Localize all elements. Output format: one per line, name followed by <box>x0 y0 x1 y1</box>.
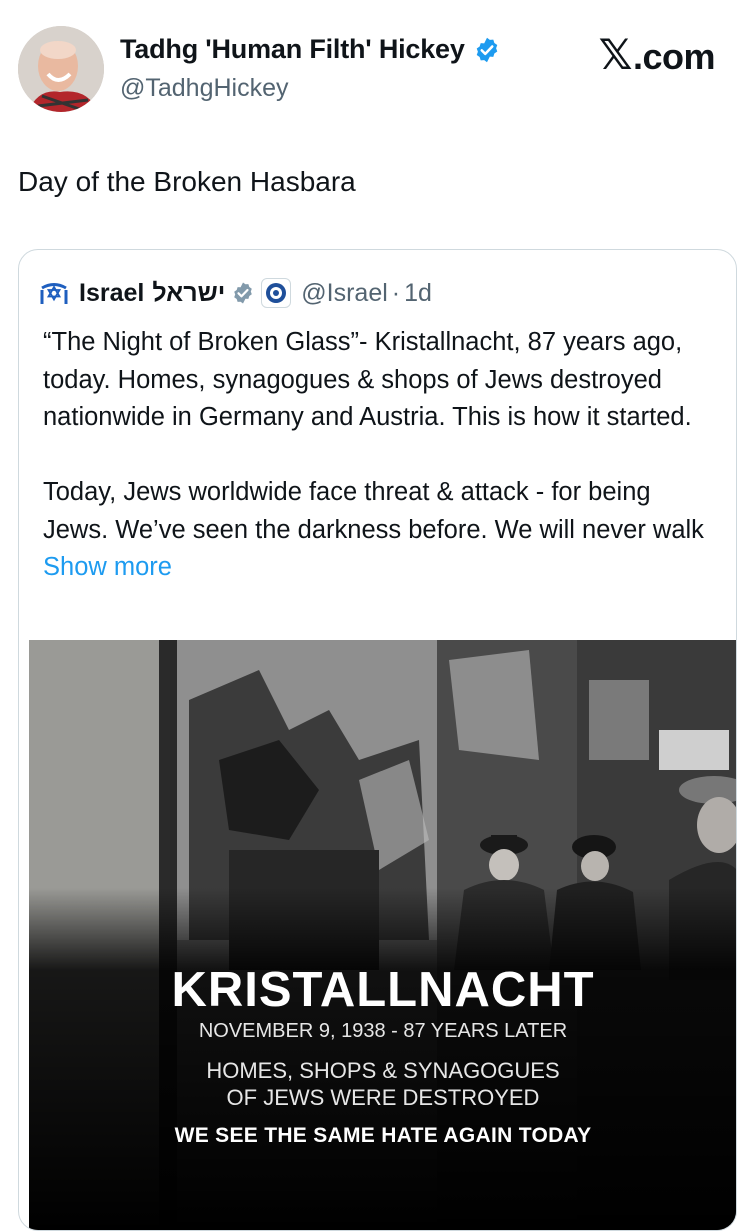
author-name[interactable]: Tadhg 'Human Filth' Hickey <box>120 34 465 65</box>
quoted-timestamp[interactable]: 1d <box>404 279 432 308</box>
quoted-author-name-hebrew[interactable]: ישראל <box>152 279 225 308</box>
author-avatar[interactable] <box>18 26 104 112</box>
israel-profile-icon[interactable] <box>39 278 69 308</box>
quoted-author-name[interactable]: Israel <box>79 279 144 308</box>
author-handle[interactable]: @TadhgHickey <box>120 74 289 103</box>
government-emblem-icon <box>261 278 292 308</box>
quoted-tweet-text: “The Night of Broken Glass”- Kristallnac… <box>43 324 719 587</box>
tweet-text: Day of the Broken Hasbara <box>18 166 356 197</box>
author-name-row[interactable]: Tadhg 'Human Filth' Hickey <box>120 34 501 65</box>
x-logo-icon: 𝕏 <box>598 31 633 78</box>
quoted-paragraph-2: Today, Jews worldwide face threat & atta… <box>43 474 719 587</box>
quoted-tweet-header: Israel ישראל @Israel · 1d <box>39 278 432 308</box>
image-title: KRISTALLNACHT <box>171 963 595 1017</box>
show-more-link[interactable]: Show more <box>43 553 172 581</box>
site-logo-text: .com <box>632 36 716 77</box>
gray-verified-badge-icon <box>234 282 253 304</box>
image-date: NOVEMBER 9, 1938 - 87 YEARS LATER <box>198 1020 568 1042</box>
separator-dot: · <box>391 278 401 307</box>
avatar-photo <box>18 26 104 112</box>
quoted-paragraph-2-text: Today, Jews worldwide face threat & atta… <box>43 478 704 544</box>
image-caption-line-2: OF JEWS WERE DESTROYED <box>226 1085 540 1110</box>
verified-badge-icon <box>476 37 497 62</box>
image-caption-line-1: HOMES, SHOPS & SYNAGOGUES <box>206 1058 560 1083</box>
site-logo: 𝕏 .com <box>598 30 716 79</box>
quoted-tweet-card[interactable]: Israel ישראל @Israel · 1d “The Night of … <box>18 249 737 1231</box>
quoted-author-handle[interactable]: @Israel <box>301 279 388 308</box>
image-bottom-text: WE SEE THE SAME HATE AGAIN TODAY <box>174 1124 592 1147</box>
quoted-tweet-image[interactable]: KRISTALLNACHT NOVEMBER 9, 1938 - 87 YEAR… <box>29 640 736 1230</box>
quoted-paragraph-1: “The Night of Broken Glass”- Kristallnac… <box>43 328 692 431</box>
